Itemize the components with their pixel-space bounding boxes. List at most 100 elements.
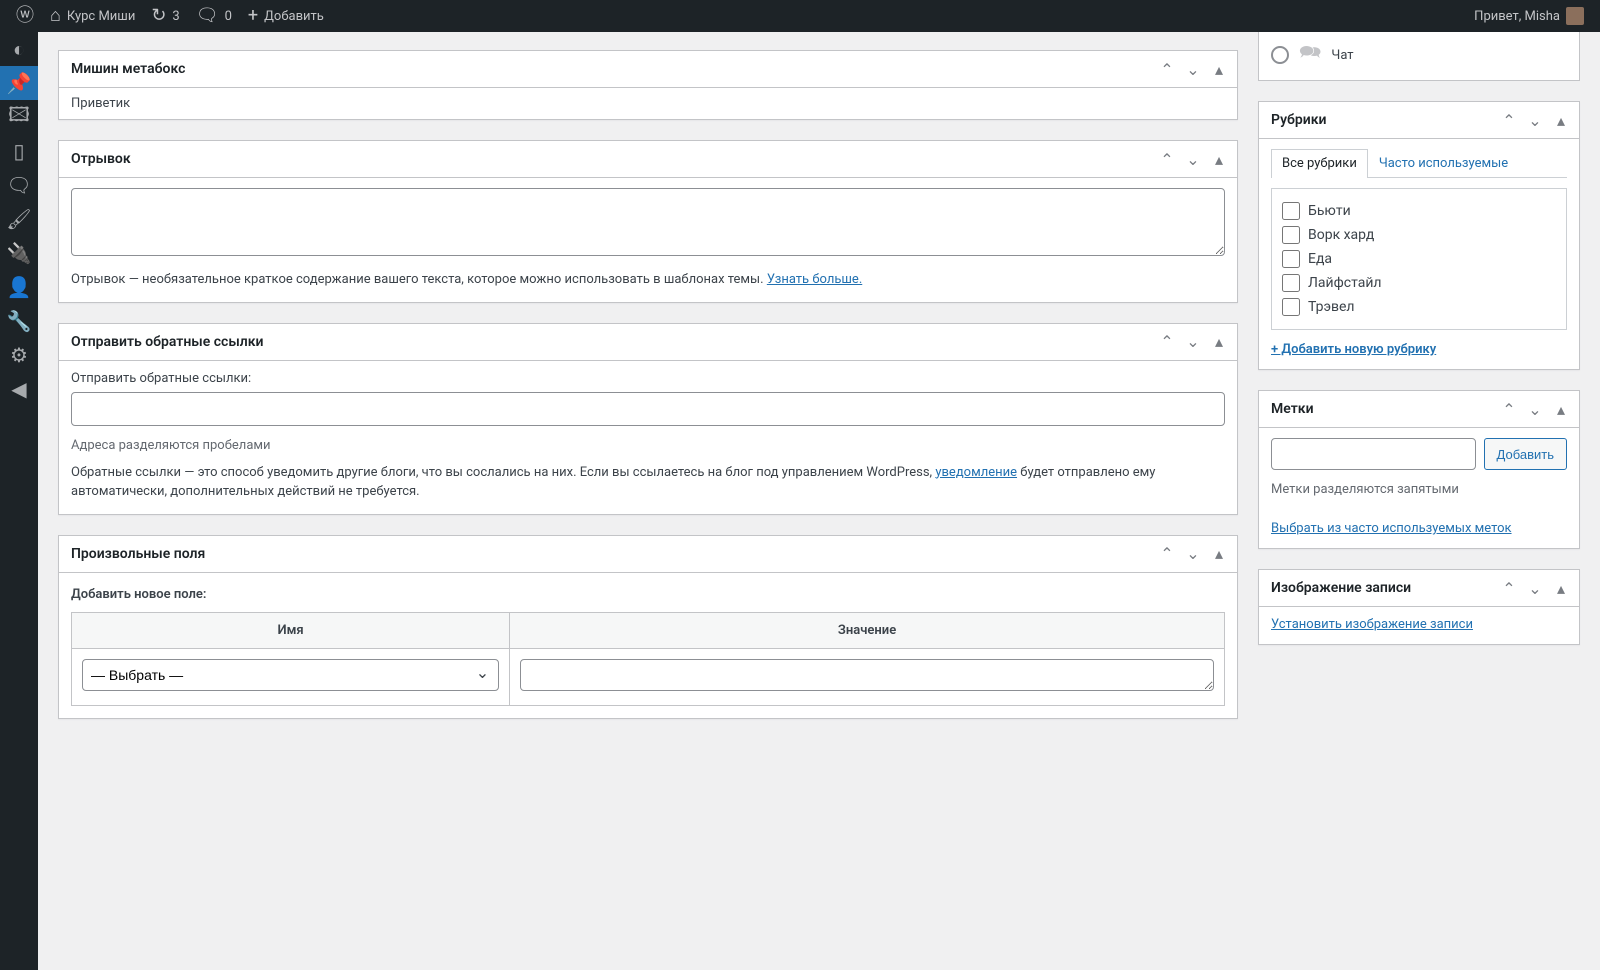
menu-plugins[interactable]: 🔌 <box>0 236 38 270</box>
excerpt-learnmore-link[interactable]: Узнать больше. <box>767 272 862 287</box>
plugin-icon: 🔌 <box>7 241 32 265</box>
chevron-up-icon: ⌃ <box>1502 111 1515 130</box>
add-new-label: Добавить <box>264 9 324 24</box>
tab-popular-categories[interactable]: Часто используемые <box>1368 149 1519 177</box>
user-icon: 👤 <box>7 275 32 299</box>
wp-logo[interactable]: ⓦ <box>8 0 42 32</box>
add-category-link[interactable]: + Добавить новую рубрику <box>1271 342 1567 357</box>
categories-title: Рубрики <box>1259 102 1338 138</box>
chevron-up-icon: ⌃ <box>1502 400 1515 419</box>
trackbacks-notification-link[interactable]: уведомление <box>935 465 1017 480</box>
toggle-button[interactable]: ▴ <box>1207 330 1231 354</box>
updates-link[interactable]: ↻ 3 <box>143 0 187 32</box>
customfields-add-label: Добавить новое поле: <box>71 587 1225 602</box>
wordpress-icon: ⓦ <box>16 7 34 25</box>
avatar <box>1566 7 1584 25</box>
move-up-button[interactable]: ⌃ <box>1155 147 1179 171</box>
move-up-button[interactable]: ⌃ <box>1497 397 1521 421</box>
plus-icon: + <box>248 7 258 25</box>
radio-icon[interactable] <box>1271 46 1289 64</box>
move-up-button[interactable]: ⌃ <box>1497 108 1521 132</box>
menu-comments[interactable]: 🗨 <box>0 168 38 202</box>
move-down-button[interactable]: ⌄ <box>1181 542 1205 566</box>
comment-icon: 🗨 <box>196 7 219 25</box>
move-down-button[interactable]: ⌄ <box>1181 57 1205 81</box>
category-item[interactable]: Трэвел <box>1282 295 1556 319</box>
move-up-button[interactable]: ⌃ <box>1155 542 1179 566</box>
comments-link[interactable]: 🗨 0 <box>188 0 240 32</box>
move-up-button[interactable]: ⌃ <box>1155 330 1179 354</box>
toggle-button[interactable]: ▴ <box>1207 57 1231 81</box>
tags-choose-link[interactable]: Выбрать из часто используемых меток <box>1271 521 1512 536</box>
toggle-button[interactable]: ▴ <box>1207 542 1231 566</box>
metabox-tags: Метки ⌃ ⌄ ▴ Добавить Метки разделяются з… <box>1258 390 1580 549</box>
category-label: Ворк хард <box>1308 227 1374 243</box>
category-checkbox[interactable] <box>1282 250 1300 268</box>
menu-appearance[interactable]: 🖌 <box>0 202 38 236</box>
category-item[interactable]: Лайфстайл <box>1282 271 1556 295</box>
trackbacks-input[interactable] <box>71 392 1225 426</box>
page-icon: ▯ <box>13 139 24 163</box>
category-list: Бьюти Ворк хард Еда Лайфстайл Трэвел <box>1271 188 1567 330</box>
move-up-button[interactable]: ⌃ <box>1155 57 1179 81</box>
move-up-button[interactable]: ⌃ <box>1497 576 1521 600</box>
chevron-up-icon: ⌃ <box>1160 332 1173 351</box>
metabox-categories: Рубрики ⌃ ⌄ ▴ Все рубрики Часто использу… <box>1258 101 1580 370</box>
menu-tools[interactable]: 🔧 <box>0 304 38 338</box>
format-chat-row[interactable]: 🗪 Чат <box>1258 32 1580 81</box>
move-down-button[interactable]: ⌄ <box>1181 147 1205 171</box>
category-item[interactable]: Еда <box>1282 247 1556 271</box>
category-label: Еда <box>1308 251 1332 267</box>
set-thumbnail-link[interactable]: Установить изображение записи <box>1271 617 1473 632</box>
site-home-link[interactable]: ⌂ Курс Миши <box>42 0 143 32</box>
metabox-custom-content: Приветик <box>59 88 1237 119</box>
menu-settings[interactable]: ⚙ <box>0 338 38 372</box>
move-down-button[interactable]: ⌄ <box>1523 576 1547 600</box>
user-greeting[interactable]: Привет, Misha <box>1466 0 1592 32</box>
category-label: Трэвел <box>1308 299 1355 315</box>
category-label: Бьюти <box>1308 203 1351 219</box>
toggle-button[interactable]: ▴ <box>1549 397 1573 421</box>
excerpt-textarea[interactable] <box>71 188 1225 256</box>
menu-collapse[interactable]: ◀ <box>0 372 38 406</box>
trackbacks-label: Отправить обратные ссылки: <box>71 371 1225 386</box>
tags-input[interactable] <box>1271 438 1476 470</box>
move-down-button[interactable]: ⌄ <box>1181 330 1205 354</box>
menu-pages[interactable]: ▯ <box>0 134 38 168</box>
thumbnail-title: Изображение записи <box>1259 570 1423 606</box>
chat-label: Чат <box>1331 48 1353 63</box>
chevron-down-icon: ⌄ <box>1186 544 1199 563</box>
chevron-up-icon: ⌃ <box>1502 579 1515 598</box>
admin-menu: ◐ 📌 🖾 ▯ 🗨 🖌 🔌 👤 🔧 ⚙ ◀ <box>0 32 38 970</box>
trackbacks-title: Отправить обратные ссылки <box>59 324 276 360</box>
tags-add-button[interactable]: Добавить <box>1484 438 1567 470</box>
wrench-icon: 🔧 <box>7 309 32 333</box>
customfields-name-select[interactable]: — Выбрать — <box>82 659 499 691</box>
media-icon: 🖾 <box>8 100 30 134</box>
category-checkbox[interactable] <box>1282 202 1300 220</box>
move-down-button[interactable]: ⌄ <box>1523 108 1547 132</box>
dashboard-icon: ◐ <box>13 37 25 62</box>
menu-dashboard[interactable]: ◐ <box>0 32 38 66</box>
category-checkbox[interactable] <box>1282 298 1300 316</box>
category-checkbox[interactable] <box>1282 274 1300 292</box>
menu-users[interactable]: 👤 <box>0 270 38 304</box>
category-item[interactable]: Ворк хард <box>1282 223 1556 247</box>
menu-posts[interactable]: 📌 <box>0 66 38 100</box>
add-new-link[interactable]: + Добавить <box>240 0 332 32</box>
category-item[interactable]: Бьюти <box>1282 199 1556 223</box>
toggle-button[interactable]: ▴ <box>1549 576 1573 600</box>
metabox-trackbacks: Отправить обратные ссылки ⌃ ⌄ ▴ Отправит… <box>58 323 1238 515</box>
move-down-button[interactable]: ⌄ <box>1523 397 1547 421</box>
menu-media[interactable]: 🖾 <box>0 100 38 134</box>
toggle-button[interactable]: ▴ <box>1207 147 1231 171</box>
category-checkbox[interactable] <box>1282 226 1300 244</box>
metabox-custom: Мишин метабокс ⌃ ⌄ ▴ Приветик <box>58 50 1238 120</box>
customfields-value-textarea[interactable] <box>520 659 1214 691</box>
collapse-icon: ◀ <box>11 377 26 401</box>
table-row: — Выбрать — <box>72 648 1225 705</box>
tags-note: Метки разделяются запятыми <box>1271 482 1567 497</box>
chevron-down-icon: ⌄ <box>1528 400 1541 419</box>
toggle-button[interactable]: ▴ <box>1549 108 1573 132</box>
tab-all-categories[interactable]: Все рубрики <box>1271 149 1368 178</box>
